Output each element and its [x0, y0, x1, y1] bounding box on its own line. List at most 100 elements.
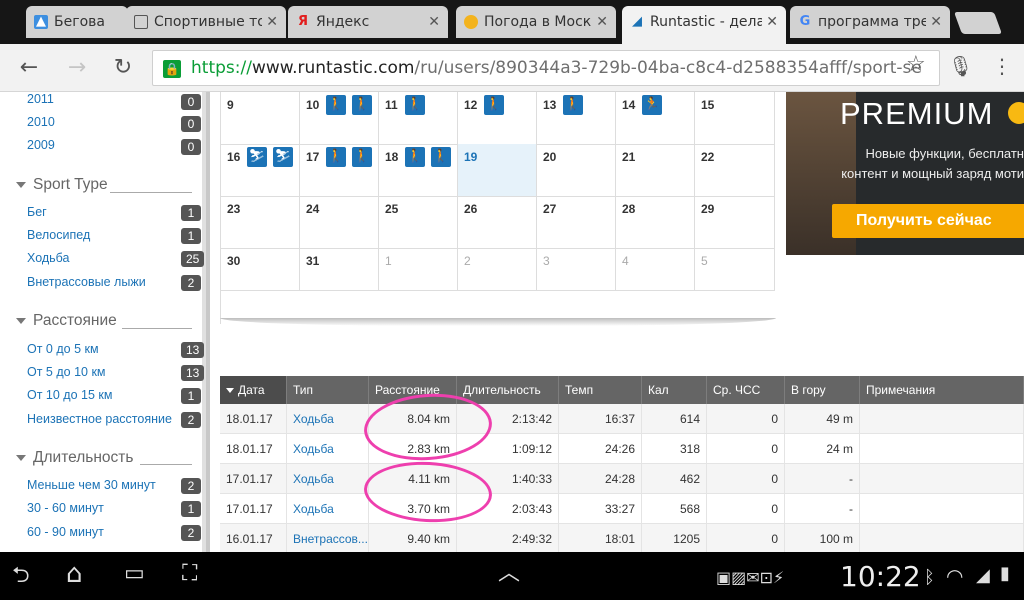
filter-year[interactable]: 2009 — [27, 138, 55, 156]
calendar-day[interactable]: 22 — [695, 144, 775, 197]
calendar-day[interactable]: 23 — [221, 196, 300, 249]
activity-type-link[interactable]: Ходьба — [287, 404, 369, 434]
filter-item-duration[interactable]: Меньше чем 30 минут — [27, 478, 156, 496]
filter-item-ski[interactable]: Внетрассовые лыжи — [27, 275, 146, 293]
filter-heading-sport-type[interactable]: Sport Type — [16, 176, 108, 194]
column-header[interactable]: Длительность — [457, 376, 559, 404]
calendar-day[interactable]: 11 🚶 — [379, 92, 458, 145]
calendar-day[interactable]: 20 — [537, 144, 616, 197]
walking-icon[interactable]: 🚶 — [563, 95, 583, 115]
calendar-day[interactable]: 28 — [616, 196, 695, 249]
running-icon[interactable]: 🏃 — [642, 95, 662, 115]
filter-item-distance[interactable]: От 0 до 5 км — [27, 342, 99, 360]
activity-type-link[interactable]: Ходьба — [287, 434, 369, 464]
walking-icon[interactable]: 🚶 — [405, 95, 425, 115]
filter-heading-duration[interactable]: Длительность — [16, 449, 133, 467]
bookmark-star-icon[interactable]: ☆ — [906, 52, 926, 77]
activity-type-link[interactable]: Внетрассов... — [287, 524, 369, 552]
forward-button[interactable]: → — [64, 55, 90, 81]
calendar-day[interactable]: 29 — [695, 196, 775, 249]
close-icon[interactable]: ✕ — [596, 6, 608, 38]
close-icon[interactable]: ✕ — [428, 6, 440, 38]
walking-icon[interactable]: 🚶 — [326, 95, 346, 115]
activity-type-link[interactable]: Ходьба — [287, 494, 369, 524]
calendar-day[interactable]: 16 ⛷ ⛷ — [221, 144, 300, 197]
menu-icon[interactable]: ⋮ — [992, 54, 1012, 78]
back-nav-icon[interactable]: ⮌ — [12, 564, 30, 588]
address-bar[interactable]: 🔒 https://www.runtastic.com/ru/users/890… — [152, 50, 940, 86]
filter-item-distance[interactable]: От 10 до 15 км — [27, 388, 112, 406]
calendar-day[interactable]: 1 — [379, 248, 458, 291]
table-row[interactable]: 18.01.17 Ходьба 8.04 km 2:13:42 16:37 614 0 49 … — [220, 404, 1024, 434]
calendar-day[interactable]: 10 🚶 🚶 — [300, 92, 379, 145]
screenshot-icon[interactable]: ⛶ — [182, 562, 197, 586]
new-tab-button[interactable] — [953, 12, 1003, 34]
calendar-day[interactable]: 17 🚶 🚶 — [300, 144, 379, 197]
url-text[interactable]: https://www.runtastic.com/ru/users/89034… — [191, 58, 922, 78]
sidebar-scrollbar[interactable] — [206, 92, 210, 552]
column-header[interactable]: Дата — [220, 376, 287, 404]
table-row[interactable]: 18.01.17 Ходьба 2.83 km 1:09:12 24:26 318 0 24 … — [220, 434, 1024, 464]
column-header[interactable]: В гору — [785, 376, 860, 404]
calendar-day[interactable]: 2 — [458, 248, 537, 291]
premium-ad-banner[interactable]: PREMIUM Новые функции, бесплатн контент … — [786, 92, 1024, 255]
calendar-day[interactable]: 26 — [458, 196, 537, 249]
calendar-day[interactable]: 15 — [695, 92, 775, 145]
tab-google[interactable]: G программа тре ✕ — [790, 6, 950, 38]
get-now-button[interactable]: Получить сейчас — [832, 204, 1024, 238]
home-icon[interactable]: ⌂ — [66, 561, 83, 587]
filter-item-distance[interactable]: От 5 до 10 км — [27, 365, 106, 383]
table-row[interactable]: 17.01.17 Ходьба 3.70 km 2:03:43 33:27 568 0- — [220, 494, 1024, 524]
tab-weather[interactable]: Погода в Моск ✕ — [456, 6, 616, 38]
calendar-day[interactable]: 31 — [300, 248, 379, 291]
close-icon[interactable]: ✕ — [266, 6, 278, 38]
calendar-day[interactable]: 19 — [458, 144, 537, 197]
filter-item-duration[interactable]: 60 - 90 минут — [27, 525, 104, 543]
column-header[interactable]: Темп — [559, 376, 642, 404]
walking-icon[interactable]: 🚶 — [484, 95, 504, 115]
column-header[interactable]: Примечания — [860, 376, 1024, 404]
skiing-icon[interactable]: ⛷ — [247, 147, 267, 167]
calendar-day[interactable]: 4 — [616, 248, 695, 291]
tab-yandex[interactable]: Я Яндекс ✕ — [288, 6, 448, 38]
table-row[interactable]: 17.01.17 Ходьба 4.11 km 1:40:33 24:28 462 0- — [220, 464, 1024, 494]
chevron-up-icon[interactable]: ︿ — [498, 562, 520, 586]
table-row[interactable]: 16.01.17 Внетрассов... 9.40 km 2:49:32 18:01… — [220, 524, 1024, 552]
calendar-day[interactable]: 9 — [221, 92, 300, 145]
walking-icon[interactable]: 🚶 — [352, 95, 372, 115]
calendar-day[interactable]: 25 — [379, 196, 458, 249]
filter-item-walk[interactable]: Ходьба — [27, 251, 70, 269]
walking-icon[interactable]: 🚶 — [326, 147, 346, 167]
calendar-day[interactable]: 12 🚶 — [458, 92, 537, 145]
filter-item-bike[interactable]: Велосипед — [27, 228, 90, 246]
walking-icon[interactable]: 🚶 — [352, 147, 372, 167]
calendar-day[interactable]: 21 — [616, 144, 695, 197]
filter-year[interactable]: 2011 — [27, 92, 54, 110]
skiing-icon[interactable]: ⛷ — [273, 147, 293, 167]
filter-item-run[interactable]: Бег — [27, 205, 47, 223]
close-icon[interactable]: ✕ — [930, 6, 942, 38]
column-header[interactable]: Тип — [287, 376, 369, 404]
calendar-day[interactable]: 14 🏃 — [616, 92, 695, 145]
filter-year[interactable]: 2010 — [27, 115, 55, 133]
calendar-day[interactable]: 3 — [537, 248, 616, 291]
calendar-day[interactable]: 27 — [537, 196, 616, 249]
recent-apps-icon[interactable]: ▭ — [124, 562, 145, 586]
column-header[interactable]: Кал — [642, 376, 707, 404]
back-button[interactable]: ← — [16, 55, 42, 81]
walking-icon[interactable]: 🚶 — [405, 147, 425, 167]
walking-icon[interactable]: 🚶 — [431, 147, 451, 167]
tab-sport-topics[interactable]: Спортивные то ✕ — [126, 6, 286, 38]
microphone-icon[interactable]: 🎙 — [948, 54, 973, 78]
calendar-day[interactable]: 5 — [695, 248, 775, 291]
filter-heading-distance[interactable]: Расстояние — [16, 312, 117, 330]
close-icon[interactable]: ✕ — [766, 6, 778, 38]
calendar-day[interactable]: 13 🚶 — [537, 92, 616, 145]
filter-item-distance[interactable]: Неизвестное расстояние — [27, 412, 172, 430]
activity-type-link[interactable]: Ходьба — [287, 464, 369, 494]
calendar-day[interactable]: 30 — [221, 248, 300, 291]
column-header[interactable]: Ср. ЧСС — [707, 376, 785, 404]
tab-running[interactable]: ▲ Беговая с — [26, 6, 128, 38]
calendar-day[interactable]: 18 🚶 🚶 — [379, 144, 458, 197]
tab-runtastic[interactable]: ◢ Runtastic - дела ✕ — [622, 6, 786, 44]
